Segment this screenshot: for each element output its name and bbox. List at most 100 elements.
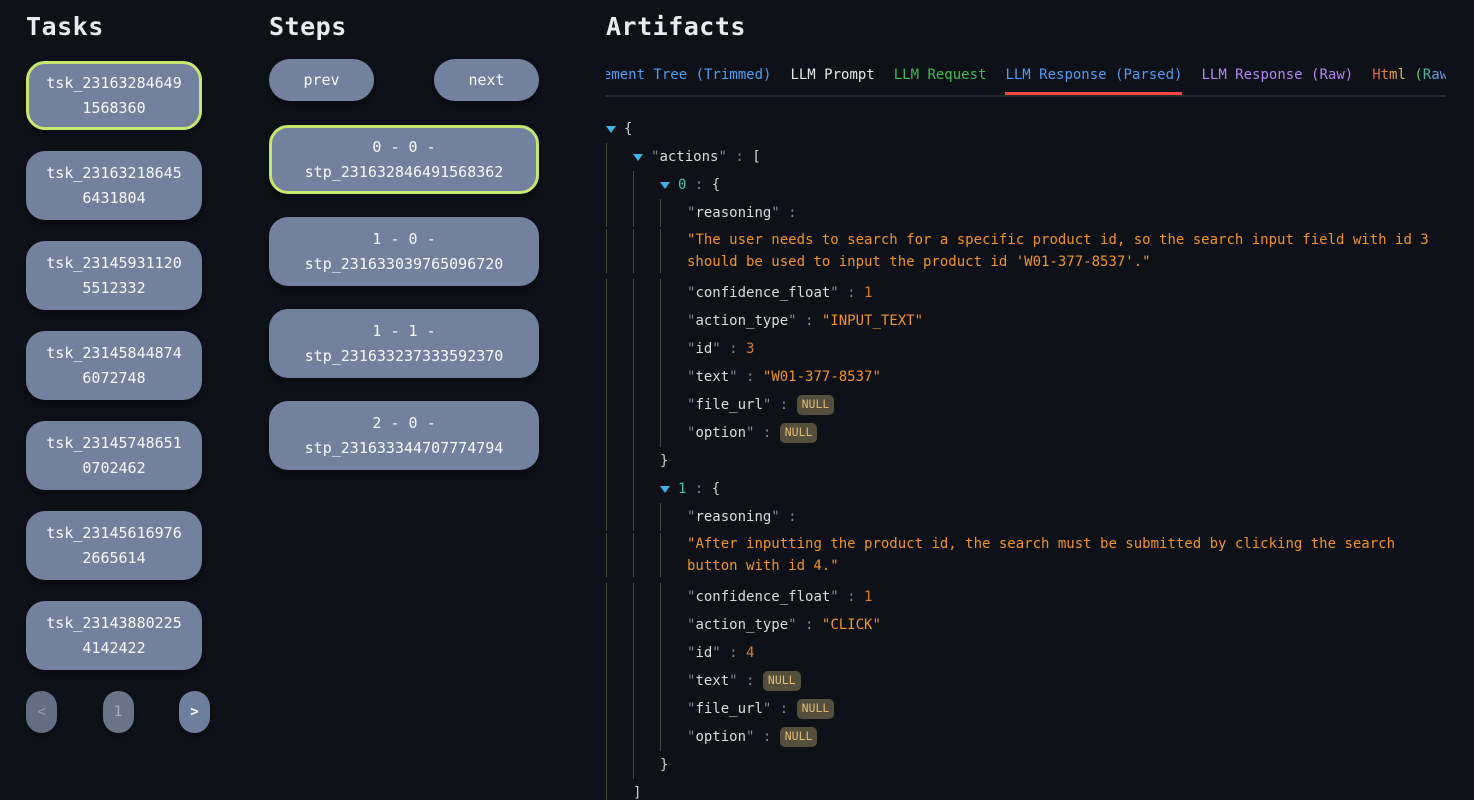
- steps-prev-button[interactable]: prev: [269, 59, 374, 101]
- collapse-toggle-icon[interactable]: [606, 115, 624, 143]
- pagination-next-button[interactable]: >: [179, 691, 210, 733]
- task-button[interactable]: tsk_231459311205512332: [26, 241, 202, 310]
- tab-llm-response-raw-[interactable]: LLM Response (Raw): [1201, 67, 1353, 95]
- json-colon-segment: :: [738, 673, 763, 689]
- indent-guide: [606, 779, 633, 800]
- json-row-content: id : 4: [687, 639, 754, 667]
- indent-guide: [633, 751, 660, 779]
- json-tree-row: The user needs to search for a specific …: [606, 227, 1446, 279]
- json-key-segment: option: [687, 425, 754, 441]
- json-tree-row: option : NULL: [606, 419, 1446, 447]
- indent-guide: [660, 695, 687, 723]
- tab-llm-response-parsed-[interactable]: LLM Response (Parsed): [1005, 67, 1182, 95]
- indent-guide: [606, 419, 633, 447]
- json-brace-segment: [: [752, 149, 760, 165]
- indent-guide: [606, 199, 633, 227]
- indent-guide: [606, 751, 633, 779]
- indent-guide: [633, 667, 660, 695]
- indent-guide: [660, 667, 687, 695]
- json-tree-row: reasoning :: [606, 503, 1446, 531]
- collapse-toggle-icon[interactable]: [660, 475, 678, 503]
- json-tree-row: {: [606, 115, 1446, 143]
- json-brace-segment: }: [660, 757, 668, 773]
- json-colon-segment: :: [771, 701, 796, 717]
- indent-guide: [660, 363, 687, 391]
- json-tree-row: 1 : {: [606, 475, 1446, 503]
- json-row-content: confidence_float : 1: [687, 583, 872, 611]
- json-row-content: reasoning :: [687, 199, 797, 227]
- pagination-prev-button[interactable]: <: [26, 691, 57, 733]
- json-colon-segment: :: [721, 341, 746, 357]
- json-key-segment: text: [687, 369, 738, 385]
- json-row-content: text : W01-377-8537: [687, 363, 881, 391]
- json-null-segment: NULL: [797, 395, 835, 415]
- json-key-segment: action_type: [687, 617, 797, 633]
- indent-guide: [660, 611, 687, 639]
- json-colon-segment: :: [686, 177, 711, 193]
- json-colon-segment: :: [727, 149, 752, 165]
- indent-guide: [633, 391, 660, 419]
- json-key-segment: id: [687, 645, 721, 661]
- json-tree-row: id : 3: [606, 335, 1446, 363]
- task-button[interactable]: tsk_231632846491568360: [26, 61, 202, 130]
- json-colon-segment: :: [797, 313, 822, 329]
- json-row-content: reasoning :: [687, 503, 797, 531]
- indent-guide: [633, 695, 660, 723]
- tasks-panel: Tasks tsk_231632846491568360tsk_23163218…: [26, 12, 202, 800]
- json-key-segment: reasoning: [687, 509, 780, 525]
- indent-guide: [660, 723, 687, 751]
- step-button[interactable]: 1 - 0 - stp_231633039765096720: [269, 217, 539, 286]
- indent-guide: [606, 667, 633, 695]
- tab-llm-prompt[interactable]: LLM Prompt: [790, 67, 874, 95]
- json-brace-segment: ]: [633, 785, 641, 800]
- json-colon-segment: :: [780, 205, 797, 221]
- json-colon-segment: :: [754, 425, 779, 441]
- tab-llm-request[interactable]: LLM Request: [894, 67, 987, 95]
- json-colon-segment: :: [686, 481, 711, 497]
- task-button[interactable]: tsk_231438802254142422: [26, 601, 202, 670]
- indent-guide: [633, 583, 660, 611]
- json-null-segment: NULL: [763, 671, 801, 691]
- pagination-page-button[interactable]: 1: [103, 691, 134, 733]
- json-row-content: {: [624, 115, 632, 143]
- task-button[interactable]: tsk_231458448746072748: [26, 331, 202, 400]
- json-tree-row: actions : [: [606, 143, 1446, 171]
- indent-guide: [633, 723, 660, 751]
- indent-guide: [660, 533, 687, 577]
- json-tree-row: action_type : CLICK: [606, 611, 1446, 639]
- json-key-segment: text: [687, 673, 738, 689]
- task-button[interactable]: tsk_231457486510702462: [26, 421, 202, 490]
- indent-guide: [606, 583, 633, 611]
- indent-guide: [633, 279, 660, 307]
- indent-guide: [633, 229, 660, 273]
- indent-guide: [606, 229, 633, 273]
- indent-guide: [606, 611, 633, 639]
- json-string-segment: After inputting the product id, the sear…: [687, 536, 1395, 574]
- indent-guide: [606, 447, 633, 475]
- json-row-content: id : 3: [687, 335, 754, 363]
- json-colon-segment: :: [738, 369, 763, 385]
- indent-guide: [660, 279, 687, 307]
- step-button[interactable]: 1 - 1 - stp_231633237333592370: [269, 309, 539, 378]
- indent-guide: [633, 307, 660, 335]
- steps-panel: Steps prev next 0 - 0 - stp_231632846491…: [269, 12, 539, 800]
- json-tree-row: option : NULL: [606, 723, 1446, 751]
- indent-guide: [606, 171, 633, 199]
- task-button[interactable]: tsk_231456169762665614: [26, 511, 202, 580]
- collapse-toggle-icon[interactable]: [633, 143, 651, 171]
- steps-next-button[interactable]: next: [434, 59, 539, 101]
- step-button[interactable]: 2 - 0 - stp_231633344707774794: [269, 401, 539, 470]
- indent-guide: [606, 723, 633, 751]
- indent-guide: [606, 533, 633, 577]
- step-button[interactable]: 0 - 0 - stp_231632846491568362: [269, 125, 539, 194]
- indent-guide: [606, 335, 633, 363]
- collapse-toggle-icon[interactable]: [660, 171, 678, 199]
- json-row-content: file_url : NULL: [687, 391, 834, 419]
- task-button[interactable]: tsk_231632186456431804: [26, 151, 202, 220]
- tab-html-raw-[interactable]: Html (Raw): [1372, 67, 1446, 95]
- json-key-segment: option: [687, 729, 754, 745]
- json-colon-segment: :: [780, 509, 797, 525]
- json-tree-row: ]: [606, 779, 1446, 800]
- json-row-content: 1 : {: [678, 475, 720, 503]
- tab-element-tree-trimmed-[interactable]: Element Tree (Trimmed): [606, 67, 771, 95]
